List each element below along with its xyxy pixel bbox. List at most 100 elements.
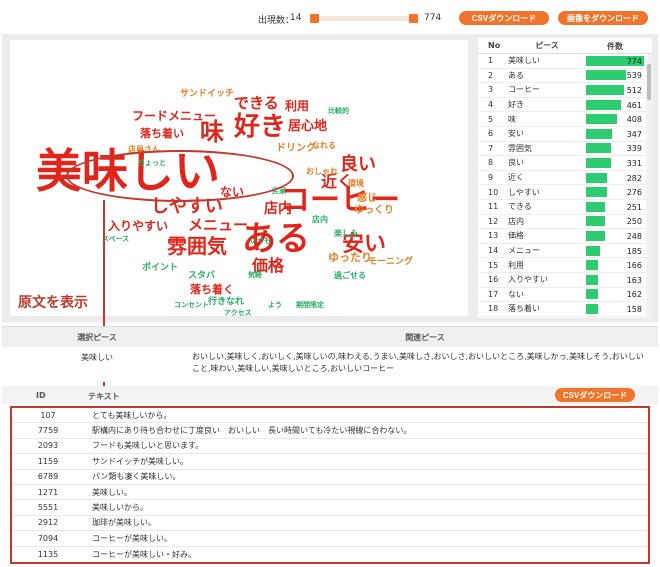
- cloud-word[interactable]: 楽しみ: [334, 230, 358, 238]
- cloud-word[interactable]: スペース: [102, 236, 129, 243]
- cloud-word[interactable]: 比較的: [328, 108, 349, 115]
- table-scrollbar[interactable]: [646, 54, 652, 318]
- original-row[interactable]: 107 とても美味しいから。: [12, 408, 648, 424]
- cloud-word[interactable]: ドリンク: [276, 144, 316, 154]
- slider-handle-max[interactable]: [409, 14, 418, 23]
- selected-piece-header: 選択ピース: [77, 332, 117, 342]
- cloud-word[interactable]: モーニング: [368, 258, 413, 267]
- cloud-word[interactable]: 気軽: [248, 272, 262, 279]
- original-text-list: 107 とても美味しいから。 7759 駅構内にあり待ち合わせに丁度良い おいしい 長…: [10, 406, 650, 564]
- original-row[interactable]: 1271 美味しい。: [12, 485, 648, 501]
- table-row[interactable]: 6 安い 347: [478, 127, 652, 142]
- row-id: 107: [40, 410, 56, 420]
- original-text-header: ID テキスト CSVダウンロード: [2, 386, 658, 404]
- cloud-word[interactable]: 期間限定: [296, 302, 324, 309]
- cloud-word[interactable]: 過ごせる: [334, 272, 366, 280]
- original-csv-download-button[interactable]: CSVダウンロード: [555, 388, 635, 402]
- cloud-word[interactable]: 味: [200, 120, 224, 144]
- original-row[interactable]: 1159 サンドイッチが美味しい。: [12, 454, 648, 470]
- cloud-word[interactable]: フードメニュー: [132, 110, 216, 122]
- original-row[interactable]: 1135 コーヒーが美味しい・好み。: [12, 547, 648, 562]
- row-id: 2912: [37, 518, 59, 528]
- table-row[interactable]: 3 コーヒー 512: [478, 83, 652, 98]
- cloud-word[interactable]: 店内: [264, 202, 292, 216]
- cloud-word[interactable]: 落ち着い: [140, 128, 184, 139]
- cloud-word[interactable]: 利用: [285, 100, 309, 112]
- cloud-word[interactable]: 感じ: [357, 194, 377, 204]
- table-row[interactable]: 1 美味しい 774: [478, 54, 652, 69]
- table-row[interactable]: 2 ある 539: [478, 69, 652, 84]
- row-no: 4: [488, 100, 494, 110]
- cloud-word[interactable]: できる: [234, 96, 279, 111]
- row-text: 美味しい。: [92, 487, 132, 497]
- table-row[interactable]: 16 入りやすい 163: [478, 273, 652, 288]
- table-row[interactable]: 7 雰囲気 339: [478, 142, 652, 157]
- table-row[interactable]: 11 できる 251: [478, 200, 652, 215]
- row-count: 185: [586, 245, 644, 256]
- row-no: 10: [488, 187, 499, 197]
- slider-handle-min[interactable]: [310, 14, 319, 23]
- cloud-word[interactable]: なれる: [312, 142, 336, 150]
- table-row[interactable]: 8 良い 331: [478, 156, 652, 171]
- cloud-word[interactable]: 落ち着く: [190, 284, 234, 295]
- original-row[interactable]: 7094 コーヒーが美味しい。: [12, 531, 648, 547]
- row-piece: 味: [508, 114, 516, 124]
- table-row[interactable]: 9 近く 282: [478, 171, 652, 186]
- table-row[interactable]: 5 味 408: [478, 112, 652, 127]
- cloud-word[interactable]: コンセント: [174, 302, 209, 309]
- row-piece: 美味しい: [508, 56, 540, 66]
- table-row[interactable]: 17 ない 162: [478, 288, 652, 303]
- row-count: 347: [586, 128, 644, 139]
- row-piece: 好き: [508, 100, 524, 110]
- row-no: 11: [488, 202, 499, 212]
- related-pieces-panel: 選択ピース 関連ピース 美味しい おいしい,美味しく,おいしく,美味しいの,味わ…: [2, 326, 658, 382]
- original-row[interactable]: 5551 美味しいから。: [12, 500, 648, 516]
- cloud-word[interactable]: ゆっくり: [354, 206, 394, 216]
- scrollbar-thumb[interactable]: [647, 64, 651, 100]
- table-row[interactable]: 15 利用 166: [478, 258, 652, 273]
- table-row[interactable]: 14 メニュー 185: [478, 244, 652, 259]
- cloud-word[interactable]: いつも: [250, 238, 271, 245]
- cloud-word[interactable]: 雰囲気: [167, 236, 227, 256]
- cloud-word[interactable]: メニュー: [188, 218, 248, 233]
- original-row[interactable]: 2093 フードも美味しいと思います。: [12, 439, 648, 455]
- count-max-value: 774: [424, 13, 442, 23]
- cloud-word[interactable]: 店内: [312, 216, 328, 224]
- original-row[interactable]: 6789 パン類も凄く美味しい。: [12, 470, 648, 485]
- cloud-word[interactable]: ゆったり: [328, 252, 372, 263]
- cloud-word[interactable]: サンドイッチ: [180, 90, 234, 99]
- cloud-word[interactable]: 好き: [234, 114, 286, 140]
- cloud-word[interactable]: 入りやすい: [108, 220, 168, 232]
- related-piece-header: 関連ピース: [405, 332, 445, 342]
- count-value: 339: [626, 144, 642, 154]
- cloud-word[interactable]: 居心地: [288, 120, 327, 133]
- count-value: 539: [626, 71, 642, 81]
- row-id: 6789: [37, 472, 59, 482]
- row-count: 162: [586, 289, 644, 300]
- row-no: 5: [488, 114, 494, 124]
- original-row[interactable]: 7759 駅構内にあり待ち合わせに丁度良い おいしい 長い時間いても冷たい視線に合…: [12, 423, 648, 439]
- highlight-ellipse: [66, 150, 294, 202]
- table-row[interactable]: 18 落ち着い 158: [478, 302, 652, 317]
- image-download-button[interactable]: 画像をダウンロード: [558, 11, 648, 25]
- count-value: 251: [626, 202, 642, 212]
- selected-piece: 美味しい: [81, 353, 113, 362]
- table-row[interactable]: 13 価格 248: [478, 229, 652, 244]
- cloud-word[interactable]: 環境: [348, 180, 364, 188]
- table-row[interactable]: 12 店内 250: [478, 215, 652, 230]
- cloud-word[interactable]: スタバ: [188, 272, 215, 281]
- cloud-word[interactable]: ポイント: [142, 264, 178, 273]
- csv-download-button[interactable]: CSVダウンロード: [459, 11, 549, 25]
- row-text: コーヒーが美味しい。: [92, 533, 172, 543]
- count-range-slider[interactable]: [310, 14, 418, 23]
- table-row[interactable]: 10 しやすい 276: [478, 185, 652, 200]
- table-row[interactable]: 4 好き 461: [478, 98, 652, 113]
- original-row[interactable]: 2912 珈琲が美味しい。: [12, 516, 648, 532]
- cloud-word[interactable]: よう: [268, 302, 282, 309]
- header-text: テキスト: [88, 392, 120, 401]
- cloud-word[interactable]: おしゃれ: [306, 168, 338, 176]
- related-header: 選択ピース 関連ピース: [2, 327, 658, 347]
- cloud-word[interactable]: アクセス: [224, 310, 252, 317]
- cloud-word[interactable]: 行きなれ: [208, 298, 244, 307]
- row-no: 1: [488, 56, 494, 66]
